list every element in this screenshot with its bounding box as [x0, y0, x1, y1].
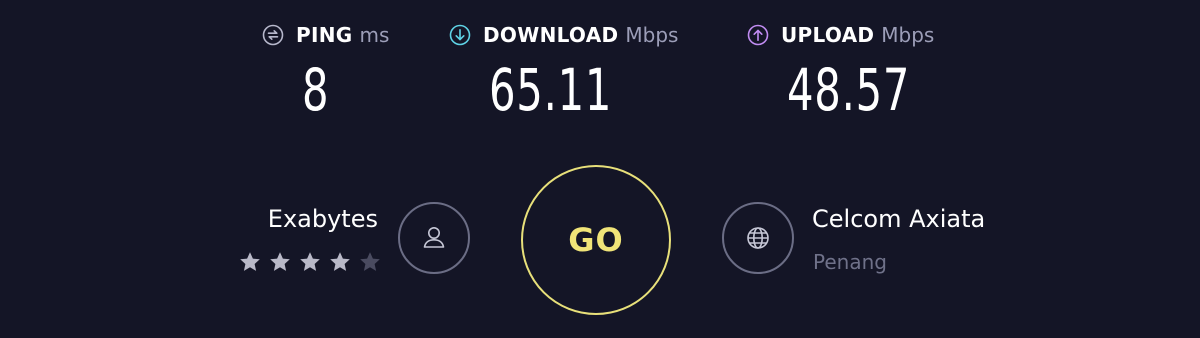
star-filled-icon — [327, 250, 353, 274]
go-button[interactable]: GO — [521, 165, 671, 315]
upload-metric: UPLOAD Mbps 48.57 — [747, 20, 967, 130]
upload-icon — [747, 24, 769, 46]
ping-label: PING — [296, 23, 353, 47]
ping-header: PING ms — [262, 20, 389, 50]
download-metric: DOWNLOAD Mbps 65.11 — [449, 20, 709, 130]
ping-metric: PING ms 8 — [262, 20, 422, 130]
provider-rating[interactable] — [237, 250, 383, 274]
download-label: DOWNLOAD — [483, 23, 619, 47]
globe-icon — [742, 222, 774, 254]
upload-value: 48.57 — [787, 56, 911, 124]
star-filled-icon — [297, 250, 323, 274]
upload-unit: Mbps — [881, 23, 935, 47]
download-header: DOWNLOAD Mbps — [449, 20, 678, 50]
download-value: 65.11 — [489, 56, 613, 124]
server-button[interactable] — [722, 202, 794, 274]
ping-icon — [262, 24, 284, 46]
upload-label: UPLOAD — [781, 23, 875, 47]
user-icon — [418, 222, 450, 254]
go-label: GO — [568, 221, 624, 259]
provider-button[interactable] — [398, 202, 470, 274]
star-empty-icon — [357, 250, 383, 274]
download-icon — [449, 24, 471, 46]
ping-unit: ms — [359, 23, 390, 47]
provider-name[interactable]: Exabytes — [268, 203, 378, 235]
ping-value: 8 — [302, 56, 330, 124]
star-filled-icon — [267, 250, 293, 274]
server-location[interactable]: Penang — [813, 248, 887, 276]
upload-header: UPLOAD Mbps — [747, 20, 934, 50]
download-unit: Mbps — [625, 23, 679, 47]
star-filled-icon — [237, 250, 263, 274]
server-name[interactable]: Celcom Axiata — [812, 203, 985, 235]
